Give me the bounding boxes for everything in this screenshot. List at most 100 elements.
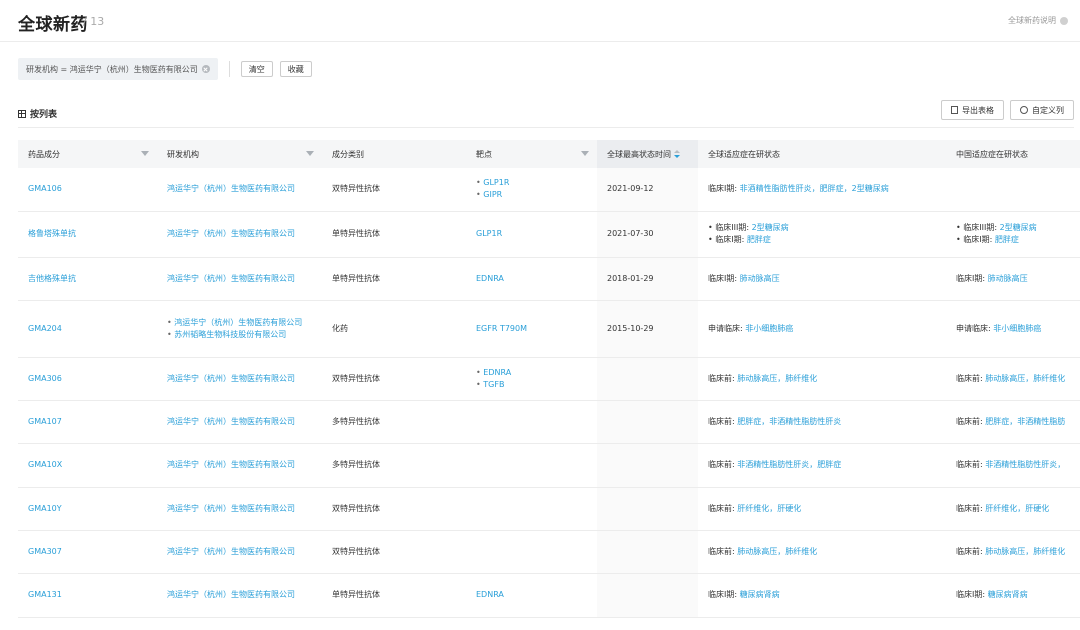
indication-link[interactable]: 肺动脉高压，肺纤维化 [985,374,1065,383]
help-link[interactable]: 全球新药说明 [1008,15,1068,26]
indication-link[interactable]: 肺动脉高压，肺纤维化 [737,374,817,383]
phase-label: 临床I期: [708,184,738,194]
close-icon[interactable] [201,65,210,73]
list-view-toggle[interactable]: 按列表 [18,107,57,120]
drug-link[interactable]: GMA106 [28,184,62,193]
indication-link[interactable]: 非酒精性脂肪性肝炎，肥胖症 [737,460,841,469]
org-link[interactable]: 鸿运华宁（杭州）生物医药有限公司 [167,374,295,383]
target-link[interactable]: EDNRA [476,590,504,599]
indication-link[interactable]: 肺动脉高压，肺纤维化 [985,547,1065,556]
column-header-target[interactable]: 靶点 [466,140,597,168]
cell-china-status: • 临床III期: 2型糖尿病 • 临床I期: 肥胖症 [946,211,1080,258]
cell-org: 鸿运华宁（杭州）生物医药有限公司 [157,400,322,444]
indication-link[interactable]: 肥胖症 [747,235,771,244]
filter-icon[interactable] [306,151,314,156]
target-link[interactable]: EGFR T790M [476,324,527,333]
column-header-label: 全球适应症在研状态 [708,149,780,159]
type-label: 双特异性抗体 [332,184,380,194]
org-link[interactable]: 鸿运华宁（杭州）生物医药有限公司 [167,417,295,426]
sort-icon[interactable] [674,149,680,159]
column-header-global-status[interactable]: 全球适应症在研状态 [698,140,946,168]
column-header-drug[interactable]: 药品成分 [18,140,157,168]
column-header-time[interactable]: 全球最高状态时间 [597,140,698,168]
indication-link[interactable]: 肥胖症，非酒精性脂肪性肝炎 [737,417,841,426]
indication-link[interactable]: 肝纤维化，肝硬化 [737,504,801,513]
cell-org: 鸿运华宁（杭州）生物医药有限公司 [157,487,322,531]
indication-link[interactable]: 非小细胞肺癌 [993,324,1041,333]
export-label: 导出表格 [962,105,994,115]
column-header-china-status[interactable]: 中国适应症在研状态 [946,140,1080,168]
cell-time: 2021-07-30 [597,211,698,258]
drug-link[interactable]: GMA10Y [28,504,62,513]
target-link[interactable]: GLP1R [476,229,502,238]
custom-columns-button[interactable]: 自定义列 [1010,100,1074,120]
indication-link[interactable]: 糖尿病肾病 [740,590,780,599]
indication-link[interactable]: 2型糖尿病 [1000,223,1037,232]
drug-link[interactable]: GMA204 [28,324,62,333]
indication-link[interactable]: 糖尿病肾病 [988,590,1028,599]
org-link[interactable]: 苏州韬略生物科技股份有限公司 [167,329,312,341]
org-link[interactable]: 鸿运华宁（杭州）生物医药有限公司 [167,317,312,329]
org-link[interactable]: 鸿运华宁（杭州）生物医药有限公司 [167,547,295,556]
target-link[interactable]: GIPR [476,189,587,201]
org-link[interactable]: 鸿运华宁（杭州）生物医药有限公司 [167,274,295,283]
cell-drug: GMA10X [18,443,157,488]
drug-link[interactable]: GMA306 [28,374,62,383]
status-line: 临床前: 肥胖症，非酒精性脂肪 [956,416,1080,428]
indication-link[interactable]: 肺动脉高压 [740,274,780,283]
org-link[interactable]: 鸿运华宁（杭州）生物医药有限公司 [167,460,295,469]
column-header-type[interactable]: 成分类别 [322,140,466,168]
drug-link[interactable]: GMA10X [28,460,62,469]
indication-link[interactable]: 肺动脉高压，肺纤维化 [737,547,817,556]
indication-link[interactable]: 肥胖症 [995,235,1019,244]
phase-label: 临床前: [956,373,983,383]
indication-link[interactable]: 非小细胞肺癌 [745,324,793,333]
phase-label: 临床前: [708,546,735,556]
drug-link[interactable]: 吉他格殊单抗 [28,274,76,283]
favorite-button[interactable]: 收藏 [279,61,312,77]
target-link[interactable]: TGFB [476,379,587,391]
indication-link[interactable]: 2型糖尿病 [752,223,789,232]
target-link[interactable]: EDNRA [476,367,587,379]
page-title: 全球新药 [18,15,88,35]
drug-link[interactable]: 格鲁塔殊单抗 [28,229,76,238]
cell-global-status: 临床前: 肝纤维化，肝硬化 [698,487,946,531]
org-link[interactable]: 鸿运华宁（杭州）生物医药有限公司 [167,590,295,599]
indication-link[interactable]: 非酒精性脂肪性肝炎，肥胖症，2型糖尿病 [740,184,889,193]
target-link[interactable]: EDNRA [476,274,504,283]
column-header-org[interactable]: 研发机构 [157,140,322,168]
indication-link[interactable]: 肺动脉高压 [988,274,1028,283]
column-header-label: 药品成分 [28,149,60,159]
type-label: 化药 [332,323,348,333]
cell-time [597,443,698,488]
status-time: 2018-01-29 [607,273,654,283]
cell-target: GLP1RGIPR [466,168,597,212]
status-line: 临床前: 肺动脉高压，肺纤维化 [956,373,1080,385]
org-link[interactable]: 鸿运华宁（杭州）生物医药有限公司 [167,504,295,513]
table-row: 吉他格殊单抗 鸿运华宁（杭州）生物医药有限公司 单特异性抗体 EDNRA 2018-01… [18,257,1080,301]
filter-icon[interactable] [581,151,589,156]
cell-target [466,400,597,444]
type-label: 双特异性抗体 [332,503,380,513]
column-header-label: 靶点 [476,149,492,159]
question-icon[interactable] [1060,16,1068,25]
status-line: 临床I期: 糖尿病肾病 [708,589,936,601]
drug-link[interactable]: GMA107 [28,417,62,426]
filter-icon[interactable] [141,151,149,156]
indication-link[interactable]: 肝纤维化，肝硬化 [985,504,1049,513]
drug-link[interactable]: GMA307 [28,547,62,556]
type-label: 多特异性抗体 [332,416,380,426]
cell-global-status: 临床前: 肺动脉高压，肺纤维化 [698,357,946,401]
cell-org: 鸿运华宁（杭州）生物医药有限公司 [157,257,322,301]
clear-button[interactable]: 清空 [240,61,273,77]
target-link[interactable]: GLP1R [476,177,587,189]
org-link[interactable]: 鸿运华宁（杭州）生物医药有限公司 [167,229,295,238]
filter-chip[interactable]: 研发机构 = 鸿运华宁（杭州）生物医药有限公司 [18,58,218,80]
indication-link[interactable]: 肥胖症，非酒精性脂肪 [985,417,1065,426]
org-link[interactable]: 鸿运华宁（杭州）生物医药有限公司 [167,184,295,193]
drug-link[interactable]: GMA131 [28,590,62,599]
export-button[interactable]: 导出表格 [941,100,1004,120]
table-row: GMA107 鸿运华宁（杭州）生物医药有限公司 多特异性抗体 临床前: 肥胖症，非酒精… [18,400,1080,444]
cell-type: 单特异性抗体 [322,211,466,258]
indication-link[interactable]: 非酒精性脂肪性肝炎， [985,460,1065,469]
